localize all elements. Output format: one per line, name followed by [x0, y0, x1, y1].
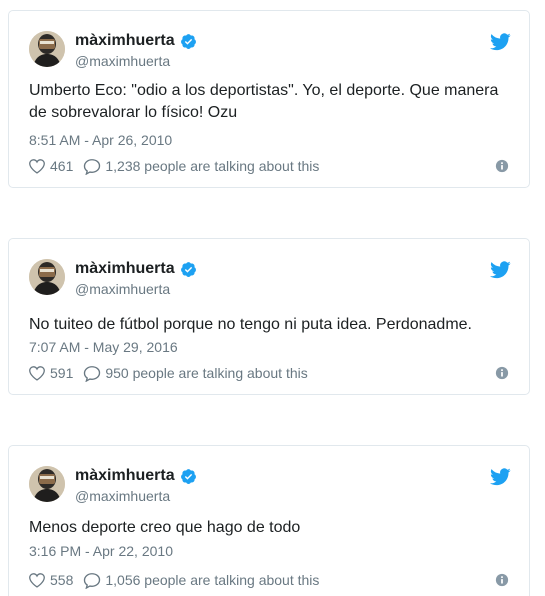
heart-icon	[29, 573, 45, 588]
info-icon[interactable]	[495, 159, 509, 173]
talking-link[interactable]: 1,056 people are talking about this	[83, 572, 319, 589]
verified-badge-icon	[180, 468, 196, 484]
display-name-text[interactable]: màximhuerta	[75, 260, 175, 278]
like-button[interactable]: 461	[28, 158, 73, 174]
info-icon[interactable]	[495, 366, 509, 380]
timestamp-link[interactable]: 8:51 AM - Apr 26, 2010	[29, 131, 172, 149]
twitter-bird-icon[interactable]	[490, 261, 511, 279]
display-name-text[interactable]: màximhuerta	[75, 32, 175, 50]
heart-icon	[29, 366, 45, 381]
avatar[interactable]	[29, 466, 65, 502]
tweet-card[interactable]: màximhuerta @maximhuerta No tuiteo de fú…	[8, 238, 530, 395]
speech-bubble-icon	[84, 365, 101, 382]
speech-bubble-icon	[84, 158, 101, 175]
tweet-actions: 558 1,056 people are talking about this	[28, 570, 509, 590]
display-name[interactable]: màximhuerta	[75, 32, 197, 50]
tweet-card[interactable]: màximhuerta @maximhuerta Umberto Eco: "o…	[8, 10, 530, 188]
like-count: 558	[50, 572, 74, 588]
twitter-bird-icon[interactable]	[490, 33, 511, 51]
handle[interactable]: @maximhuerta	[75, 487, 170, 505]
heart-icon	[29, 159, 45, 174]
timestamp-link[interactable]: 3:16 PM - Apr 22, 2010	[29, 542, 173, 560]
tweet-card[interactable]: màximhuerta @maximhuerta Menos deporte c…	[8, 445, 530, 596]
verified-badge-icon	[180, 33, 196, 49]
talking-link[interactable]: 1,238 people are talking about this	[83, 158, 319, 175]
twitter-bird-icon[interactable]	[490, 468, 511, 486]
avatar[interactable]	[29, 31, 65, 67]
handle[interactable]: @maximhuerta	[75, 280, 170, 298]
avatar-image	[29, 466, 65, 502]
avatar-image	[29, 259, 65, 295]
handle[interactable]: @maximhuerta	[75, 52, 170, 70]
talking-text[interactable]: 1,238 people are talking about this	[105, 158, 319, 174]
talking-text[interactable]: 950 people are talking about this	[105, 365, 307, 381]
talking-link[interactable]: 950 people are talking about this	[83, 365, 308, 382]
display-name[interactable]: màximhuerta	[75, 467, 197, 485]
tweet-actions: 461 1,238 people are talking about this	[28, 156, 509, 176]
like-count: 591	[50, 365, 74, 381]
verified-badge-icon	[180, 261, 196, 277]
display-name-text[interactable]: màximhuerta	[75, 467, 175, 485]
like-button[interactable]: 591	[28, 365, 73, 381]
talking-text[interactable]: 1,056 people are talking about this	[105, 572, 319, 588]
display-name[interactable]: màximhuerta	[75, 260, 197, 278]
like-button[interactable]: 558	[28, 572, 73, 588]
tweet-text: Umberto Eco: "odio a los deportistas". Y…	[29, 82, 499, 121]
info-icon[interactable]	[495, 573, 509, 587]
timestamp-link[interactable]: 7:07 AM - May 29, 2016	[29, 338, 178, 356]
avatar-image	[29, 31, 65, 67]
tweet-text: No tuiteo de fútbol porque no tengo ni p…	[29, 316, 472, 333]
avatar[interactable]	[29, 259, 65, 295]
tweet-text: Menos deporte creo que hago de todo	[29, 519, 301, 536]
tweet-actions: 591 950 people are talking about this	[28, 363, 509, 383]
like-count: 461	[50, 158, 74, 174]
speech-bubble-icon	[84, 572, 101, 589]
